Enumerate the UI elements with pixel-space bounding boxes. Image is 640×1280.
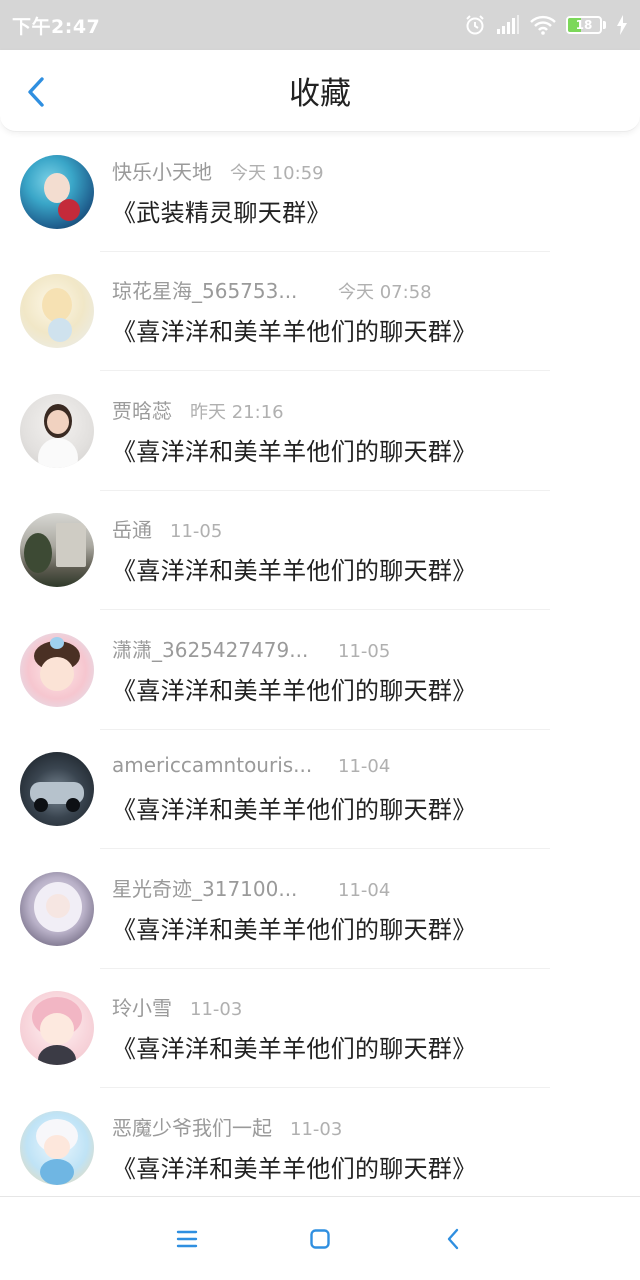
sender-name: 玲小雪 xyxy=(112,996,172,1021)
status-icons: 18 xyxy=(464,14,628,36)
timestamp: 今天 10:59 xyxy=(230,162,324,184)
list-item[interactable]: 恶魔少爷我们一起 11-03 《喜洋洋和美羊羊他们的聊天群》 xyxy=(0,1088,640,1196)
group-name: 《喜洋洋和美羊羊他们的聊天群》 xyxy=(112,676,477,705)
avatar xyxy=(20,752,94,827)
back-chevron-icon xyxy=(28,77,44,107)
group-name: 《喜洋洋和美羊羊他们的聊天群》 xyxy=(112,796,477,825)
favorites-list: 快乐小天地 今天 10:59 《武装精灵聊天群》 琼花星海_565753... … xyxy=(0,132,640,1196)
home-button[interactable] xyxy=(295,1214,345,1264)
list-item[interactable]: 琼花星海_565753... 今天 07:58 《喜洋洋和美羊羊他们的聊天群》 xyxy=(0,252,640,372)
sender-name: 潇潇_3625427479... xyxy=(112,637,309,662)
sender-name: 岳通 xyxy=(112,518,152,543)
group-name: 《武装精灵聊天群》 xyxy=(112,198,331,227)
home-icon xyxy=(310,1228,330,1249)
charging-icon xyxy=(616,15,628,35)
menu-button[interactable] xyxy=(162,1214,212,1264)
menu-icon xyxy=(176,1230,197,1247)
avatar xyxy=(20,154,94,229)
list-item[interactable]: 玲小雪 11-03 《喜洋洋和美羊羊他们的聊天群》 xyxy=(0,969,640,1089)
timestamp: 11-05 xyxy=(170,521,223,543)
list-item[interactable]: 星光奇迹_317100... 11-04 《喜洋洋和美羊羊他们的聊天群》 xyxy=(0,849,640,969)
battery-level: 18 xyxy=(575,18,593,32)
avatar xyxy=(20,871,94,946)
status-bar: 下午2:47 18 xyxy=(0,0,640,50)
sender-name: 星光奇迹_317100... xyxy=(112,876,298,901)
sender-name: americcamntouris... xyxy=(112,753,313,778)
back-icon xyxy=(448,1228,459,1249)
back-button[interactable] xyxy=(16,72,56,112)
status-time: 下午2:47 xyxy=(12,15,101,38)
timestamp: 11-04 xyxy=(338,879,391,901)
signal-icon xyxy=(496,15,520,35)
battery-icon: 18 xyxy=(566,16,606,34)
list-item[interactable]: 岳通 11-05 《喜洋洋和美羊羊他们的聊天群》 xyxy=(0,491,640,611)
sender-name: 贾晗蕊 xyxy=(112,398,172,423)
list-item[interactable]: 贾晗蕊 昨天 21:16 《喜洋洋和美羊羊他们的聊天群》 xyxy=(0,371,640,491)
sender-name: 琼花星海_565753... xyxy=(112,279,298,304)
page-title: 收藏 xyxy=(289,76,351,112)
timestamp: 11-03 xyxy=(290,1118,343,1140)
alarm-icon xyxy=(464,14,486,36)
sender-name: 恶魔少爷我们一起 xyxy=(112,1115,272,1140)
avatar xyxy=(20,513,94,588)
group-name: 《喜洋洋和美羊羊他们的聊天群》 xyxy=(112,1035,477,1064)
timestamp: 11-03 xyxy=(190,999,243,1021)
timestamp: 11-04 xyxy=(338,756,391,778)
list-item[interactable]: 潇潇_3625427479... 11-05 《喜洋洋和美羊羊他们的聊天群》 xyxy=(0,610,640,730)
avatar xyxy=(20,1110,94,1185)
avatar xyxy=(20,274,94,349)
list-item[interactable]: 快乐小天地 今天 10:59 《武装精灵聊天群》 xyxy=(0,132,640,252)
header-bar: 收藏 xyxy=(0,50,640,132)
timestamp: 11-05 xyxy=(338,640,391,662)
group-name: 《喜洋洋和美羊羊他们的聊天群》 xyxy=(112,318,477,347)
group-name: 《喜洋洋和美羊羊他们的聊天群》 xyxy=(112,557,477,586)
avatar xyxy=(20,991,94,1066)
group-name: 《喜洋洋和美羊羊他们的聊天群》 xyxy=(112,915,477,944)
system-nav-bar xyxy=(0,1196,640,1280)
timestamp: 今天 07:58 xyxy=(338,282,432,304)
avatar xyxy=(20,393,94,468)
timestamp: 昨天 21:16 xyxy=(190,401,284,423)
group-name: 《喜洋洋和美羊羊他们的聊天群》 xyxy=(112,1154,477,1183)
system-back-button[interactable] xyxy=(428,1214,478,1264)
list-item[interactable]: americcamntouris... 11-04 《喜洋洋和美羊羊他们的聊天群… xyxy=(0,730,640,850)
avatar xyxy=(20,632,94,707)
wifi-icon xyxy=(530,15,556,35)
group-name: 《喜洋洋和美羊羊他们的聊天群》 xyxy=(112,437,477,466)
sender-name: 快乐小天地 xyxy=(112,159,212,184)
